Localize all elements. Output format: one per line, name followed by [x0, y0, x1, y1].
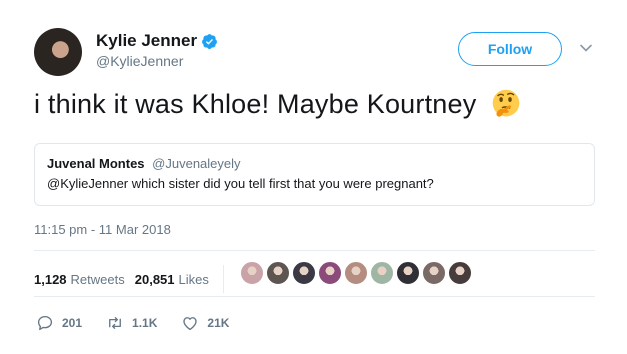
- tweet-stats: 1,128 Retweets 20,851 Likes: [34, 265, 234, 293]
- retweets-label[interactable]: Retweets: [71, 272, 125, 287]
- divider: [34, 250, 595, 251]
- liker-avatar[interactable]: [318, 261, 342, 285]
- retweet-count: 1.1K: [132, 316, 158, 330]
- retweet-icon: [109, 317, 121, 329]
- retweets-count[interactable]: 1,128: [34, 272, 67, 287]
- liker-avatar[interactable]: [448, 261, 472, 285]
- like-count: 21K: [207, 316, 230, 330]
- tweet-actions: 201 1.1K 21K: [36, 314, 253, 332]
- likes-count[interactable]: 20,851: [135, 272, 175, 287]
- reply-button[interactable]: 201: [36, 314, 82, 332]
- quoted-author-handle: @Juvenaleyely: [152, 156, 241, 171]
- stats-separator: [222, 265, 224, 293]
- author-handle[interactable]: @KylieJenner: [96, 53, 183, 69]
- liker-avatar[interactable]: [266, 261, 290, 285]
- divider: [34, 296, 595, 297]
- liker-avatar[interactable]: [370, 261, 394, 285]
- quoted-tweet-header: Juvenal Montes @Juvenaleyely: [47, 156, 241, 171]
- author-name-row: Kylie Jenner: [96, 31, 218, 51]
- verified-badge-icon: [202, 33, 218, 49]
- tweet-text: i think it was Khloe! Maybe Kourtney: [34, 88, 477, 119]
- likes-label[interactable]: Likes: [179, 272, 209, 287]
- chevron-down-icon[interactable]: [579, 41, 593, 55]
- likers-avatars: [240, 261, 474, 285]
- reply-count: 201: [62, 316, 83, 330]
- follow-button[interactable]: Follow: [458, 32, 562, 66]
- liker-avatar[interactable]: [422, 261, 446, 285]
- like-button[interactable]: 21K: [181, 314, 229, 332]
- liker-avatar[interactable]: [292, 261, 316, 285]
- quoted-author-name: Juvenal Montes: [47, 156, 145, 171]
- reply-icon: [37, 315, 53, 331]
- liker-avatar[interactable]: [396, 261, 420, 285]
- liker-avatar[interactable]: [240, 261, 264, 285]
- tweet-card: Kylie Jenner @KylieJenner Follow i think…: [0, 0, 627, 354]
- tweet-text-row: i think it was Khloe! Maybe Kourtney: [34, 88, 522, 120]
- retweet-button[interactable]: 1.1K: [106, 314, 157, 332]
- quoted-tweet[interactable]: Juvenal Montes @Juvenaleyely @KylieJenne…: [34, 143, 595, 206]
- author-display-name[interactable]: Kylie Jenner: [96, 31, 197, 51]
- thinking-face-icon: [493, 89, 520, 117]
- heart-icon: [183, 317, 198, 331]
- avatar[interactable]: [34, 28, 82, 76]
- quoted-tweet-text: @KylieJenner which sister did you tell f…: [47, 176, 434, 191]
- liker-avatar[interactable]: [344, 261, 368, 285]
- tweet-timestamp[interactable]: 11:15 pm - 11 Mar 2018: [34, 222, 171, 237]
